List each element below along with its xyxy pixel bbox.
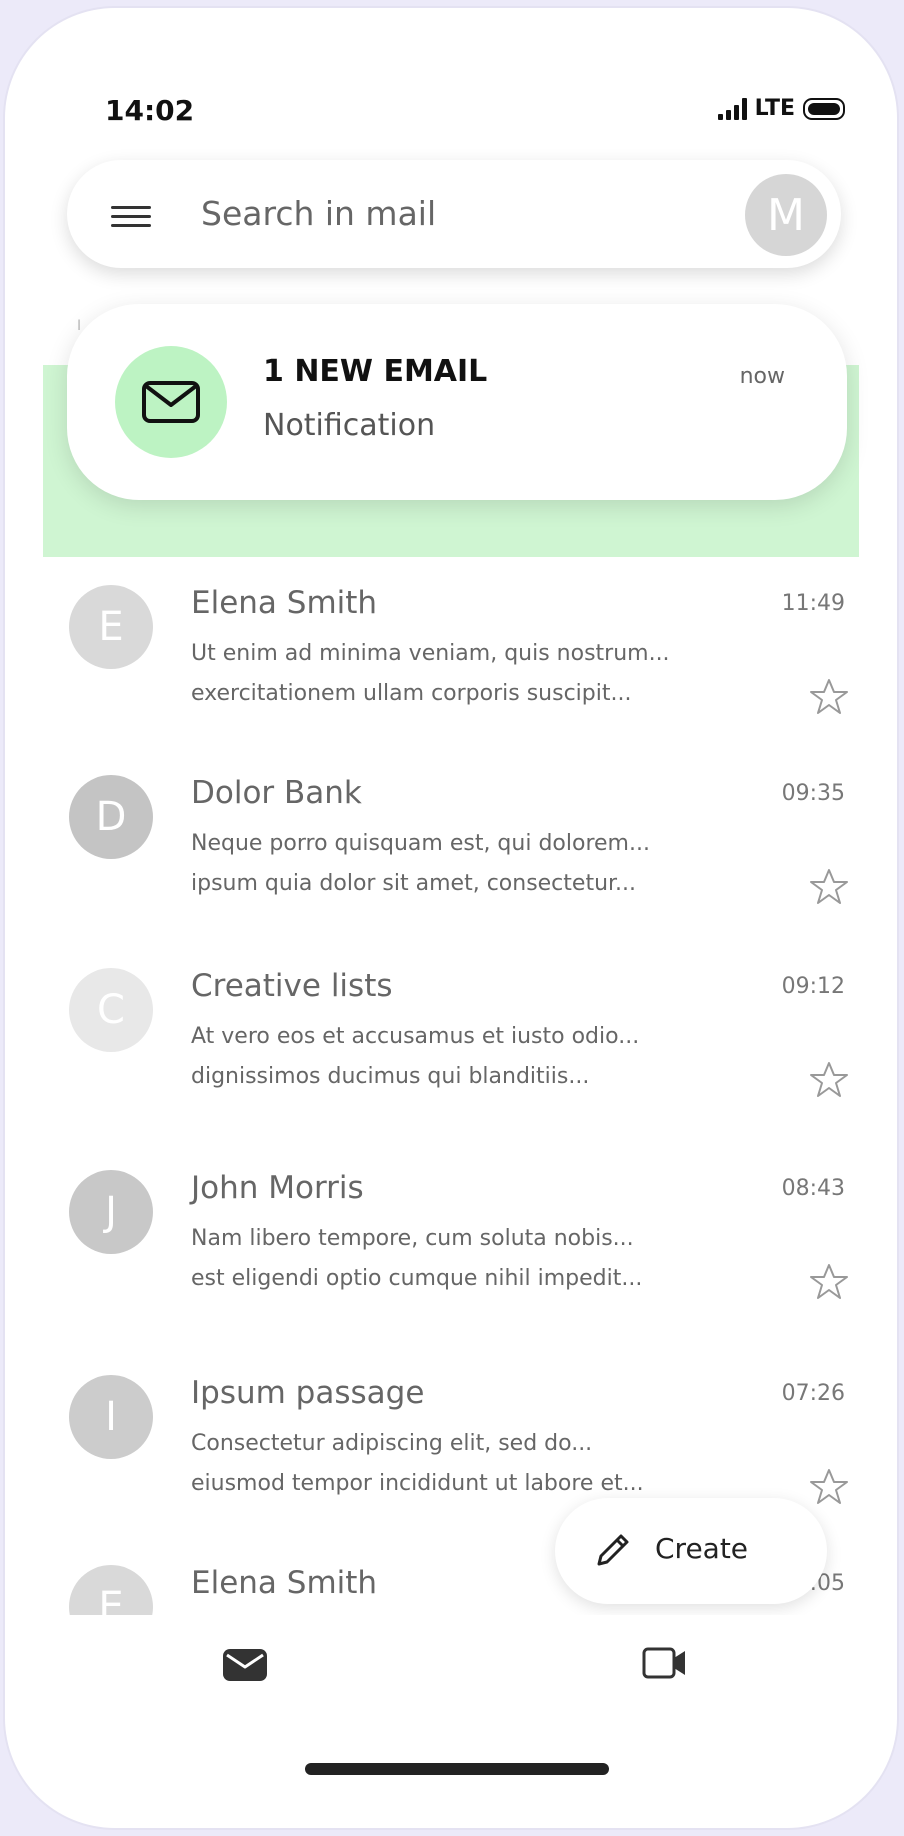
email-time: 07:26 bbox=[781, 1381, 845, 1406]
email-time: 09:35 bbox=[781, 781, 845, 806]
sender-avatar: C bbox=[69, 968, 153, 1052]
email-row[interactable]: E Elena Smith 11:49 Ut enim ad minima ve… bbox=[5, 557, 897, 757]
sender-avatar: I bbox=[69, 1375, 153, 1459]
email-row[interactable]: C Creative lists 09:12 At vero eos et ac… bbox=[5, 940, 897, 1140]
email-preview-line2: ipsum quia dolor sit amet, consectetur..… bbox=[191, 871, 637, 896]
notification-icon-circle bbox=[115, 346, 227, 458]
phone-frame: 14:02 LTE I Search in mail M 1 NEW EMAIL… bbox=[5, 8, 897, 1828]
star-icon[interactable] bbox=[809, 867, 849, 907]
create-label: Create bbox=[655, 1532, 749, 1565]
sender-name: Elena Smith bbox=[191, 585, 378, 621]
star-icon[interactable] bbox=[809, 1262, 849, 1302]
email-row[interactable]: D Dolor Bank 09:35 Neque porro quisquam … bbox=[5, 747, 897, 947]
notification-title: 1 NEW EMAIL bbox=[263, 354, 488, 389]
mail-icon bbox=[142, 381, 200, 423]
hidden-text: I bbox=[77, 318, 82, 334]
battery-icon bbox=[803, 97, 845, 120]
email-preview-line2: eiusmod tempor incididunt ut labore et..… bbox=[191, 1471, 644, 1496]
email-preview-line1: Ut enim ad minima veniam, quis nostrum..… bbox=[191, 641, 670, 666]
search-input[interactable]: Search in mail bbox=[201, 194, 436, 233]
network-type: LTE bbox=[754, 96, 795, 121]
star-icon[interactable] bbox=[809, 1467, 849, 1507]
bottom-nav bbox=[43, 1615, 859, 1715]
email-time: 08:43 bbox=[781, 1176, 845, 1201]
sender-name: Elena Smith bbox=[191, 1565, 378, 1601]
home-indicator[interactable] bbox=[305, 1763, 609, 1775]
notification-time: now bbox=[739, 364, 785, 389]
mail-icon[interactable] bbox=[221, 1647, 269, 1683]
pencil-icon bbox=[597, 1534, 629, 1566]
menu-icon[interactable] bbox=[111, 206, 151, 227]
email-time: 11:49 bbox=[781, 591, 845, 616]
email-preview-line2: exercitationem ullam corporis suscipit..… bbox=[191, 681, 632, 706]
signal-icon bbox=[717, 97, 747, 120]
email-preview-line1: Nam libero tempore, cum soluta nobis... bbox=[191, 1226, 634, 1251]
account-avatar[interactable]: M bbox=[745, 174, 827, 256]
status-icons: LTE bbox=[717, 96, 845, 121]
email-time: 09:12 bbox=[781, 974, 845, 999]
notification-card[interactable]: 1 NEW EMAIL Notification now bbox=[67, 304, 847, 500]
sender-name: Ipsum passage bbox=[191, 1375, 425, 1411]
search-bar[interactable]: Search in mail M bbox=[67, 160, 841, 268]
email-list: E Elena Smith 11:49 Ut enim ad minima ve… bbox=[5, 557, 897, 1615]
video-icon[interactable] bbox=[641, 1643, 689, 1683]
sender-avatar: E bbox=[69, 585, 153, 669]
email-preview-line1: Consectetur adipiscing elit, sed do... bbox=[191, 1431, 593, 1456]
star-icon[interactable] bbox=[809, 1060, 849, 1100]
sender-name: Creative lists bbox=[191, 968, 393, 1004]
notification-subtitle: Notification bbox=[263, 408, 436, 443]
star-icon[interactable] bbox=[809, 677, 849, 717]
email-preview-line2: dignissimos ducimus qui blanditiis... bbox=[191, 1064, 590, 1089]
status-time: 14:02 bbox=[105, 94, 195, 127]
sender-name: John Morris bbox=[191, 1170, 364, 1206]
email-preview-line2: est eligendi optio cumque nihil impedit.… bbox=[191, 1266, 643, 1291]
email-row[interactable]: J John Morris 08:43 Nam libero tempore, … bbox=[5, 1142, 897, 1342]
sender-name: Dolor Bank bbox=[191, 775, 362, 811]
sender-avatar: D bbox=[69, 775, 153, 859]
sender-avatar: J bbox=[69, 1170, 153, 1254]
create-button[interactable]: Create bbox=[555, 1498, 827, 1604]
sender-avatar: E bbox=[69, 1565, 153, 1615]
email-preview-line1: Neque porro quisquam est, qui dolorem... bbox=[191, 831, 650, 856]
email-preview-line1: At vero eos et accusamus et iusto odio..… bbox=[191, 1024, 640, 1049]
